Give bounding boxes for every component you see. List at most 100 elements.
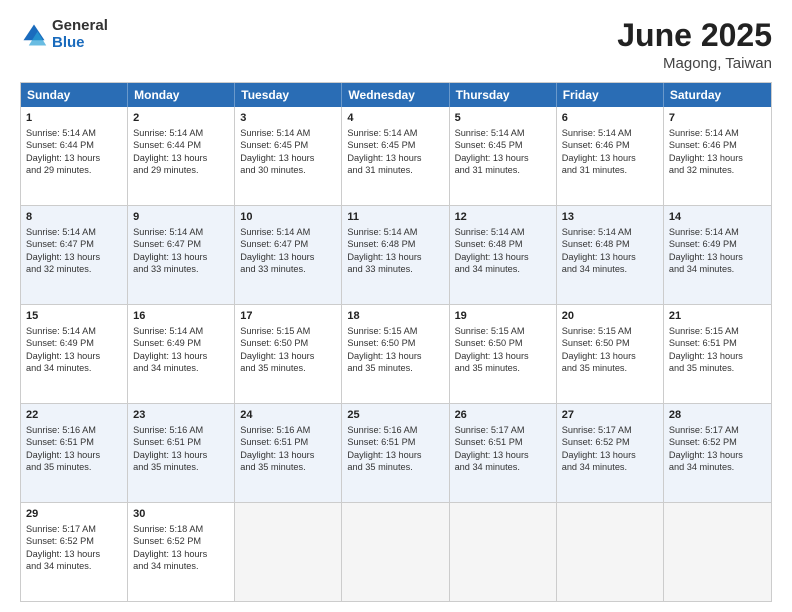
day-info-line: and 35 minutes. (347, 362, 443, 374)
day-info-line: and 34 minutes. (26, 560, 122, 572)
day-info-line: Sunset: 6:46 PM (562, 139, 658, 151)
day-info-line: and 35 minutes. (240, 461, 336, 473)
day-info-line: Sunrise: 5:14 AM (455, 127, 551, 139)
day-info-line: Sunrise: 5:14 AM (347, 127, 443, 139)
day-info-line: Sunset: 6:51 PM (240, 436, 336, 448)
header-day-monday: Monday (128, 83, 235, 107)
day-info-line: Daylight: 13 hours (562, 350, 658, 362)
day-info-line: Sunrise: 5:15 AM (669, 325, 766, 337)
day-info-line: Sunrise: 5:14 AM (240, 127, 336, 139)
day-info-line: and 35 minutes. (669, 362, 766, 374)
day-info-line: Sunset: 6:51 PM (347, 436, 443, 448)
day-info-line: Sunset: 6:49 PM (133, 337, 229, 349)
day-info-line: Daylight: 13 hours (562, 449, 658, 461)
header-day-wednesday: Wednesday (342, 83, 449, 107)
day-info-line: Sunrise: 5:15 AM (240, 325, 336, 337)
day-info-line: Sunset: 6:45 PM (455, 139, 551, 151)
title-location: Magong, Taiwan (617, 55, 772, 72)
day-info-line: Sunrise: 5:16 AM (26, 424, 122, 436)
day-number: 28 (669, 408, 766, 423)
day-info-line: and 32 minutes. (669, 164, 766, 176)
day-info-line: Daylight: 13 hours (26, 449, 122, 461)
day-info-line: Sunrise: 5:14 AM (26, 226, 122, 238)
day-info-line: Sunset: 6:47 PM (240, 238, 336, 250)
day-info-line: Sunset: 6:51 PM (669, 337, 766, 349)
day-info-line: and 35 minutes. (562, 362, 658, 374)
day-info-line: Sunset: 6:52 PM (133, 535, 229, 547)
day-number: 5 (455, 111, 551, 126)
day-cell-14: 14Sunrise: 5:14 AMSunset: 6:49 PMDayligh… (664, 206, 771, 304)
day-info-line: and 34 minutes. (669, 263, 766, 275)
day-number: 4 (347, 111, 443, 126)
day-info-line: Sunrise: 5:17 AM (26, 523, 122, 535)
day-info-line: Sunset: 6:52 PM (26, 535, 122, 547)
calendar: SundayMondayTuesdayWednesdayThursdayFrid… (20, 82, 772, 602)
day-cell-21: 21Sunrise: 5:15 AMSunset: 6:51 PMDayligh… (664, 305, 771, 403)
day-info-line: Sunrise: 5:16 AM (133, 424, 229, 436)
day-cell-27: 27Sunrise: 5:17 AMSunset: 6:52 PMDayligh… (557, 404, 664, 502)
day-info-line: Sunset: 6:46 PM (669, 139, 766, 151)
day-number: 14 (669, 210, 766, 225)
day-info-line: Daylight: 13 hours (347, 350, 443, 362)
day-info-line: Sunset: 6:47 PM (133, 238, 229, 250)
day-cell-20: 20Sunrise: 5:15 AMSunset: 6:50 PMDayligh… (557, 305, 664, 403)
day-info-line: Sunset: 6:45 PM (347, 139, 443, 151)
day-info-line: Daylight: 13 hours (133, 548, 229, 560)
day-info-line: Daylight: 13 hours (133, 251, 229, 263)
day-info-line: Sunrise: 5:14 AM (669, 226, 766, 238)
day-cell-5: 5Sunrise: 5:14 AMSunset: 6:45 PMDaylight… (450, 107, 557, 205)
day-number: 12 (455, 210, 551, 225)
day-info-line: Daylight: 13 hours (347, 152, 443, 164)
day-info-line: Daylight: 13 hours (669, 152, 766, 164)
day-info-line: and 31 minutes. (347, 164, 443, 176)
day-info-line: Sunset: 6:48 PM (455, 238, 551, 250)
day-number: 13 (562, 210, 658, 225)
day-cell-4: 4Sunrise: 5:14 AMSunset: 6:45 PMDaylight… (342, 107, 449, 205)
day-info-line: Sunrise: 5:18 AM (133, 523, 229, 535)
day-info-line: Daylight: 13 hours (133, 449, 229, 461)
day-info-line: and 29 minutes. (133, 164, 229, 176)
day-number: 26 (455, 408, 551, 423)
day-info-line: Daylight: 13 hours (240, 350, 336, 362)
day-cell-29: 29Sunrise: 5:17 AMSunset: 6:52 PMDayligh… (21, 503, 128, 601)
day-info-line: Sunrise: 5:15 AM (562, 325, 658, 337)
day-number: 11 (347, 210, 443, 225)
day-cell-28: 28Sunrise: 5:17 AMSunset: 6:52 PMDayligh… (664, 404, 771, 502)
empty-cell (342, 503, 449, 601)
week-row-5: 29Sunrise: 5:17 AMSunset: 6:52 PMDayligh… (21, 503, 771, 601)
header-day-sunday: Sunday (21, 83, 128, 107)
day-info-line: and 35 minutes. (347, 461, 443, 473)
day-number: 1 (26, 111, 122, 126)
header-day-friday: Friday (557, 83, 664, 107)
day-info-line: Sunrise: 5:14 AM (133, 127, 229, 139)
day-info-line: and 35 minutes. (133, 461, 229, 473)
title-block: June 2025 Magong, Taiwan (617, 18, 772, 72)
day-info-line: Daylight: 13 hours (562, 152, 658, 164)
day-info-line: Daylight: 13 hours (133, 152, 229, 164)
day-cell-23: 23Sunrise: 5:16 AMSunset: 6:51 PMDayligh… (128, 404, 235, 502)
day-info-line: Sunset: 6:50 PM (240, 337, 336, 349)
day-info-line: Sunset: 6:50 PM (347, 337, 443, 349)
day-info-line: Daylight: 13 hours (240, 449, 336, 461)
day-cell-1: 1Sunrise: 5:14 AMSunset: 6:44 PMDaylight… (21, 107, 128, 205)
logo-blue: Blue (52, 35, 108, 52)
day-cell-15: 15Sunrise: 5:14 AMSunset: 6:49 PMDayligh… (21, 305, 128, 403)
day-info-line: Sunset: 6:45 PM (240, 139, 336, 151)
day-info-line: and 31 minutes. (455, 164, 551, 176)
day-cell-16: 16Sunrise: 5:14 AMSunset: 6:49 PMDayligh… (128, 305, 235, 403)
day-info-line: Daylight: 13 hours (455, 350, 551, 362)
logo-text: General Blue (52, 18, 108, 51)
day-info-line: Sunrise: 5:14 AM (133, 226, 229, 238)
day-info-line: and 35 minutes. (455, 362, 551, 374)
day-cell-24: 24Sunrise: 5:16 AMSunset: 6:51 PMDayligh… (235, 404, 342, 502)
day-number: 19 (455, 309, 551, 324)
day-info-line: Sunset: 6:48 PM (347, 238, 443, 250)
day-info-line: Daylight: 13 hours (26, 152, 122, 164)
day-number: 29 (26, 507, 122, 522)
day-number: 21 (669, 309, 766, 324)
day-info-line: Sunrise: 5:14 AM (562, 127, 658, 139)
day-info-line: Sunset: 6:49 PM (26, 337, 122, 349)
day-number: 16 (133, 309, 229, 324)
day-info-line: Sunrise: 5:17 AM (455, 424, 551, 436)
day-info-line: and 34 minutes. (455, 263, 551, 275)
